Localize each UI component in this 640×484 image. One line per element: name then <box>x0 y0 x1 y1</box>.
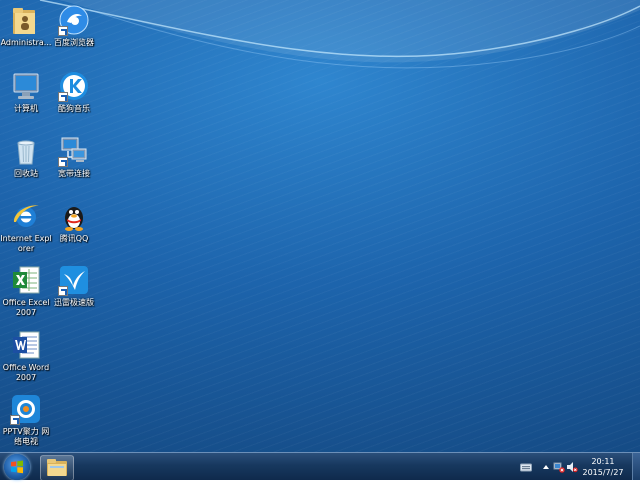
qq-penguin-icon <box>58 200 90 232</box>
word-icon <box>10 329 42 361</box>
recycle-bin-icon <box>10 135 42 167</box>
desktop-icon-label: 回收站 <box>14 169 38 178</box>
xunlei-bird-icon <box>58 264 90 296</box>
desktop-icon-label: 酷狗音乐 <box>58 104 90 113</box>
excel-icon <box>10 264 42 296</box>
show-hidden-icons-arrow-icon[interactable] <box>540 461 552 473</box>
taskbar: 20:11 2015/7/27 <box>0 452 640 481</box>
keyboard-icon[interactable] <box>520 461 532 473</box>
volume-icon[interactable] <box>566 461 578 473</box>
folder-icon <box>47 459 67 476</box>
clock-time: 20:11 <box>591 457 615 466</box>
start-button[interactable] <box>4 454 30 480</box>
desktop-icon-label: 宽带连接 <box>58 169 90 178</box>
desktop-icon-qq[interactable]: 腾讯QQ <box>48 200 100 244</box>
desktop-icon-internet-explorer[interactable]: Internet Explorer <box>0 200 52 254</box>
pptv-icon <box>10 393 42 425</box>
clock-date: 2015/7/27 <box>582 468 624 477</box>
desktop-icon-label: 计算机 <box>14 104 38 113</box>
shortcut-arrow-icon <box>58 157 68 167</box>
desktop-icon-kugou[interactable]: 酷狗音乐 <box>48 70 100 114</box>
shortcut-arrow-icon <box>58 26 68 36</box>
network-warning-icon[interactable] <box>553 461 565 473</box>
desktop-icon-label: 百度浏览器 <box>54 38 94 47</box>
desktop-icon-computer[interactable]: 计算机 <box>0 70 52 114</box>
desktop-icon-label: 腾讯QQ <box>59 234 89 243</box>
shortcut-arrow-icon <box>10 415 20 425</box>
baidu-browser-icon <box>58 4 90 36</box>
broadband-connection-icon <box>58 135 90 167</box>
taskbar-explorer-button[interactable] <box>40 455 74 481</box>
desktop-icon-label: PPTV聚力 网络电视 <box>2 427 50 446</box>
desktop-icon-xunlei[interactable]: 迅雷极速版 <box>48 264 100 308</box>
desktop-icon-broadband[interactable]: 宽带连接 <box>48 135 100 179</box>
windows-logo-icon <box>11 460 23 474</box>
kugou-music-icon <box>58 70 90 102</box>
show-desktop-button[interactable] <box>632 453 640 480</box>
desktop-icon-label: Internet Explorer <box>0 234 52 253</box>
desktop[interactable]: Administra... 百度浏览器 计算机 酷狗音乐 回收站 宽带连接 In… <box>0 0 640 452</box>
shortcut-arrow-icon <box>58 92 68 102</box>
user-folder-icon <box>10 4 42 36</box>
desktop-icon-word[interactable]: Office Word 2007 <box>0 329 52 383</box>
desktop-icon-excel[interactable]: Office Excel 2007 <box>0 264 52 318</box>
desktop-icon-label: Office Excel 2007 <box>2 298 50 317</box>
desktop-icon-baidu-browser[interactable]: 百度浏览器 <box>48 4 100 48</box>
desktop-icon-label: Office Word 2007 <box>2 363 50 382</box>
desktop-icon-recycle-bin[interactable]: 回收站 <box>0 135 52 179</box>
system-clock[interactable]: 20:11 2015/7/27 <box>578 456 628 478</box>
internet-explorer-icon <box>10 200 42 232</box>
desktop-icon-label: 迅雷极速版 <box>54 298 94 307</box>
desktop-icon-administrator[interactable]: Administra... <box>0 4 52 48</box>
computer-icon <box>10 70 42 102</box>
shortcut-arrow-icon <box>58 286 68 296</box>
desktop-icon-label: Administra... <box>0 38 52 47</box>
desktop-icon-pptv[interactable]: PPTV聚力 网络电视 <box>0 393 52 447</box>
